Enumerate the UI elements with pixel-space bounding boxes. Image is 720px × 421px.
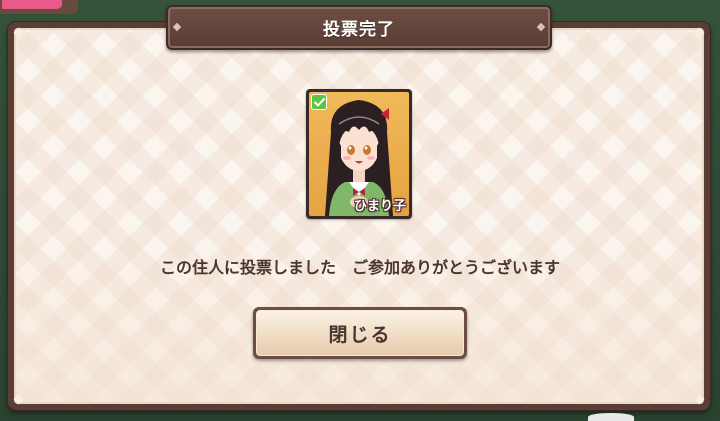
character-portrait: ひまり子: [309, 92, 409, 216]
background-ornament: [588, 413, 634, 421]
check-icon: [311, 94, 327, 110]
dialog-title: 投票完了: [323, 20, 395, 40]
banner-ornament: [172, 22, 182, 32]
character-name: ひまり子: [353, 199, 406, 214]
close-button-label: 閉じる: [328, 323, 392, 346]
dialog-title-banner: 投票完了: [166, 5, 552, 50]
close-button[interactable]: 閉じる: [253, 307, 467, 359]
character-card: ひまり子: [306, 89, 412, 219]
banner-ornament: [536, 22, 546, 32]
game-screen: 投票完了 ひまり子 この住人に投票しました ご参加ありがとうございます 閉じる: [0, 0, 720, 421]
background-banner: [0, 0, 78, 14]
close-button-face[interactable]: 閉じる: [256, 310, 464, 356]
vote-confirmation-message: この住人に投票しました ご参加ありがとうございます: [159, 258, 560, 277]
